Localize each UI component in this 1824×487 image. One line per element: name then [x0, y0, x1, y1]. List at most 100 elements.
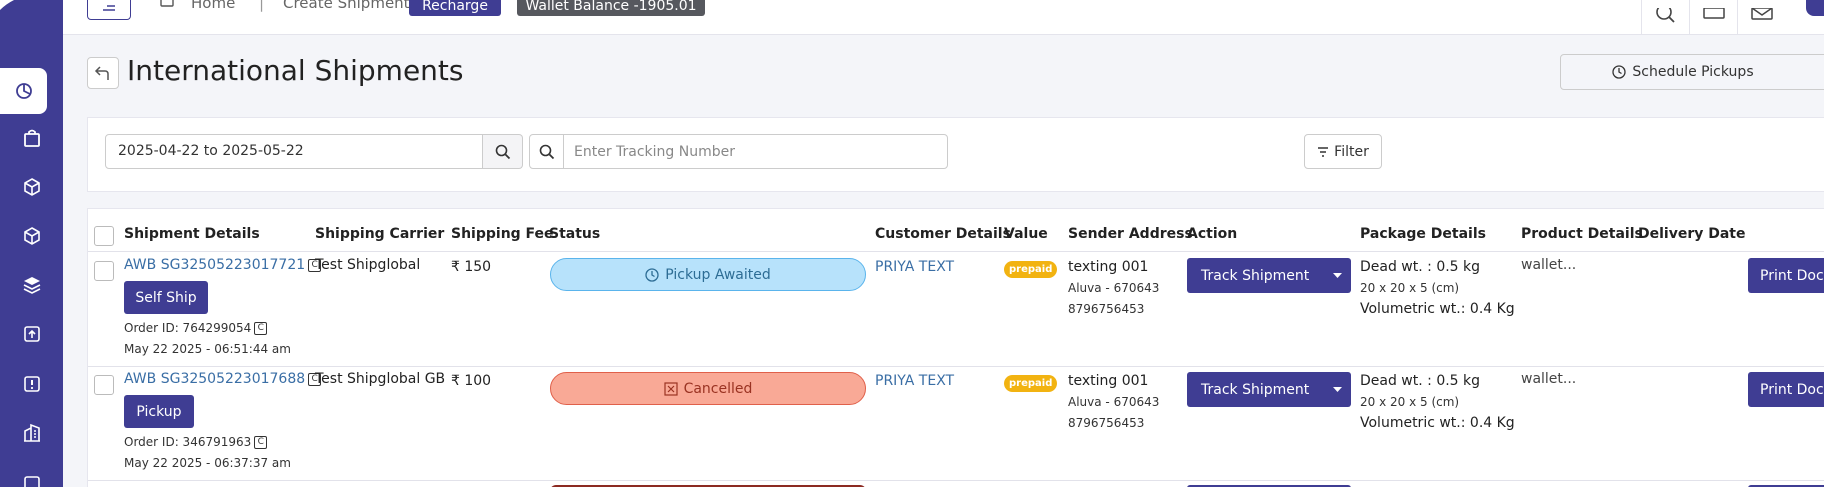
shipping-carrier: Test Shipglobal GB [315, 371, 446, 387]
track-shipment-button[interactable]: Track Shipment [1187, 372, 1351, 407]
sidebar-item-dashboard[interactable] [0, 68, 47, 114]
prepaid-badge: prepaid [1004, 375, 1058, 392]
order-id: Order ID: 346791963 C [124, 435, 268, 449]
clock-icon [645, 267, 659, 282]
product-name: wallet... [1521, 257, 1577, 273]
back-button[interactable] [87, 57, 119, 89]
date-search-button[interactable] [483, 134, 523, 169]
customer-name-link[interactable]: PRIYA TEXT [875, 373, 954, 389]
clock-icon [1612, 65, 1627, 79]
building-icon [23, 423, 40, 442]
search-icon [539, 144, 554, 159]
header-action: Action [1187, 226, 1238, 242]
sidebar-item-wallet[interactable] [0, 459, 63, 487]
chevron-down-icon[interactable] [1323, 273, 1351, 278]
sidebar-item-company[interactable] [0, 410, 63, 456]
tracking-number-input[interactable] [563, 134, 948, 169]
menu-toggle-button[interactable] [87, 0, 131, 20]
sender-city: Aluva - 670643 [1068, 395, 1160, 409]
header-product-details: Product Details [1521, 226, 1643, 242]
top-bar: Home | Create Shipment Recharge Wallet B… [63, 0, 1824, 35]
box-icon [23, 227, 40, 245]
sidebar-item-shipments[interactable] [0, 164, 63, 210]
shipping-fee: ₹ 100 [451, 373, 492, 389]
row-checkbox[interactable] [94, 375, 114, 395]
date-range-input[interactable]: 2025-04-22 to 2025-05-22 [105, 134, 483, 169]
awb-link[interactable]: AWB SG32505223017688 C [124, 371, 322, 387]
bag-icon [23, 129, 40, 147]
pickup-button[interactable]: Pickup [124, 395, 194, 428]
profile-avatar[interactable] [1806, 0, 1824, 16]
status-label: Pickup Awaited [665, 266, 771, 283]
sidebar-item-upload[interactable] [0, 311, 63, 357]
header-value: Value [1004, 226, 1048, 242]
awb-number[interactable]: AWB SG32505223017688 [124, 371, 305, 387]
header-shipping-carrier: Shipping Carrier [315, 226, 445, 242]
topbar-cart-button[interactable] [1689, 0, 1737, 35]
print-documents-button[interactable]: Print Documents [1748, 372, 1824, 407]
header-delivery-date: Delivery Date [1638, 226, 1746, 242]
header-shipment-details: Shipment Details [124, 226, 260, 242]
order-id: Order ID: 764299054 C [124, 321, 268, 335]
sender-phone: 8796756453 [1068, 416, 1145, 430]
sidebar [0, 0, 63, 487]
header-divider [88, 251, 1824, 252]
back-arrow-icon [94, 66, 109, 80]
wallet-icon [23, 476, 40, 487]
awb-link[interactable]: AWB SG32505223017721 C [124, 257, 322, 273]
topbar-search-button[interactable] [1641, 0, 1689, 35]
product-name: wallet... [1521, 371, 1577, 387]
schedule-pickups-label: Schedule Pickups [1632, 64, 1754, 80]
search-icon [495, 144, 510, 159]
order-date: May 22 2025 - 06:51:44 am [124, 342, 291, 356]
filter-button[interactable]: Filter [1304, 134, 1382, 169]
recharge-button[interactable]: Recharge [409, 0, 501, 16]
breadcrumb-home[interactable]: Home [191, 0, 235, 12]
self-ship-button[interactable]: Self Ship [124, 281, 208, 314]
alert-icon [23, 376, 40, 392]
layers-icon [23, 277, 40, 294]
page-title: International Shipments [127, 54, 464, 87]
wallet-balance-badge[interactable]: Wallet Balance -1905.01 [517, 0, 705, 16]
volumetric-weight: Volumetric wt.: 0.4 Kg [1360, 415, 1515, 431]
breadcrumb-create-shipment[interactable]: Create Shipment [283, 0, 410, 12]
sidebar-item-orders[interactable] [0, 115, 63, 161]
status-badge: Cancelled [550, 372, 866, 405]
order-date: May 22 2025 - 06:37:37 am [124, 456, 291, 470]
tracking-search-button[interactable] [529, 134, 564, 169]
copy-icon[interactable]: C [254, 321, 268, 335]
topbar-mail-button[interactable] [1737, 0, 1785, 35]
breadcrumb-separator: | [259, 0, 265, 12]
mail-icon [1750, 7, 1773, 20]
sender-city: Aluva - 670643 [1068, 281, 1160, 295]
upload-icon [23, 326, 40, 342]
order-id-text: Order ID: 764299054 [124, 321, 252, 335]
filter-icon [1318, 146, 1329, 157]
sidebar-item-bulk[interactable] [0, 262, 63, 308]
row-checkbox[interactable] [94, 261, 114, 281]
customer-name-link[interactable]: PRIYA TEXT [875, 259, 954, 275]
list-icon [103, 5, 115, 11]
select-all-checkbox[interactable] [94, 226, 114, 246]
track-shipment-label: Track Shipment [1201, 381, 1310, 398]
track-shipment-button[interactable]: Track Shipment [1187, 258, 1351, 293]
status-badge: Pickup Awaited [550, 258, 866, 291]
row-divider [88, 366, 1824, 367]
order-id-text: Order ID: 346791963 [124, 435, 252, 449]
awb-number[interactable]: AWB SG32505223017721 [124, 257, 305, 273]
header-status: Status [549, 226, 601, 242]
chevron-down-icon[interactable] [1323, 387, 1351, 392]
dead-weight: Dead wt. : 0.5 kg [1360, 259, 1481, 275]
cart-icon [1702, 7, 1725, 19]
filter-panel: 2025-04-22 to 2025-05-22 Filter [87, 117, 1824, 192]
prepaid-badge: prepaid [1004, 261, 1058, 278]
sidebar-item-alerts[interactable] [0, 361, 63, 407]
sidebar-item-international[interactable] [0, 213, 63, 259]
package-dimensions: 20 x 20 x 5 (cm) [1360, 395, 1460, 409]
print-documents-button[interactable]: Print Documents [1748, 258, 1824, 293]
schedule-pickups-button[interactable]: Schedule Pickups [1560, 54, 1824, 90]
header-sender-address: Sender Address [1068, 226, 1193, 242]
copy-icon[interactable]: C [254, 435, 268, 449]
row-divider [88, 480, 1824, 481]
sender-phone: 8796756453 [1068, 302, 1145, 316]
